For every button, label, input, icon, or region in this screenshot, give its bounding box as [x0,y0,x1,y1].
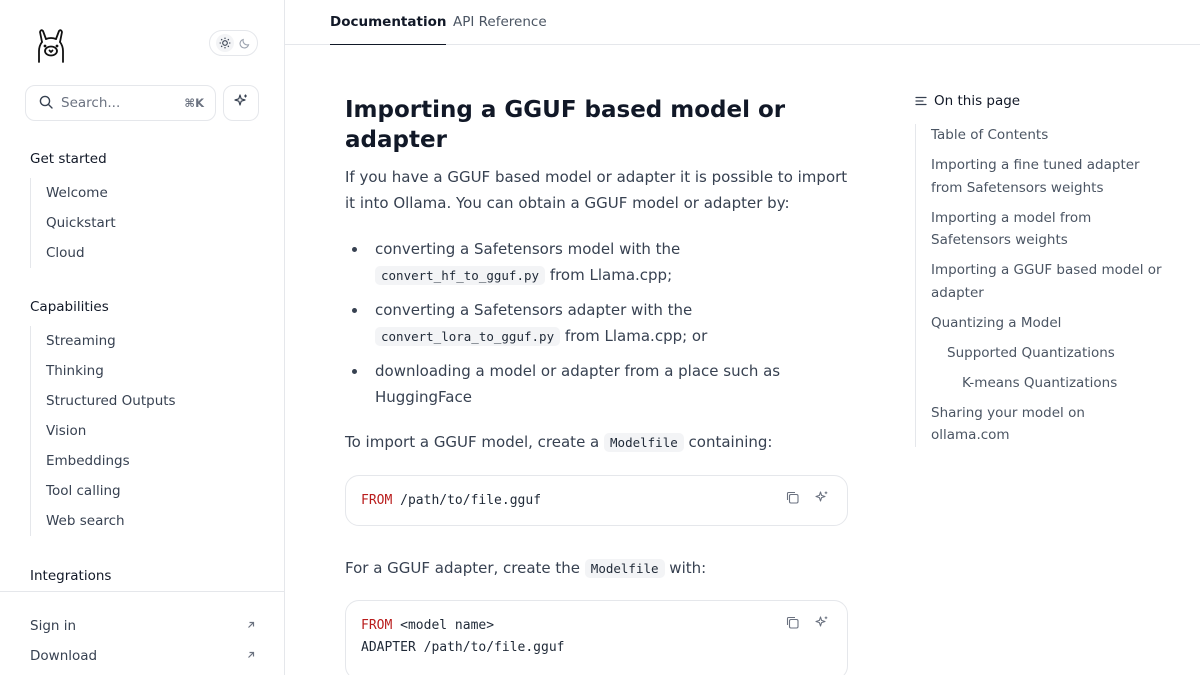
sidebar-item-structured-outputs[interactable]: Structured Outputs [31,386,176,416]
toc-item-fine-tuned-adapter[interactable]: Importing a fine tuned adapter from Safe… [916,154,1175,199]
sidebar-item-web-search[interactable]: Web search [31,506,176,536]
code-line: FROM <model name> [361,615,832,637]
nav-group-get-started: Get started [30,151,107,167]
sidebar-footer: Sign in Download [0,591,284,675]
toc-item-supported-quantizations[interactable]: Supported Quantizations [916,342,1175,365]
sidebar-item-quickstart[interactable]: Quickstart [31,208,116,238]
search-placeholder: Search... [61,95,121,111]
import-sources-list: converting a Safetensors model with the … [345,236,848,410]
paragraph-text: with: [664,559,707,577]
copy-icon[interactable] [785,615,800,638]
toc-item-table-of-contents[interactable]: Table of Contents [916,124,1175,147]
sidebar: Search... ⌘K Get started Welcome Quickst… [0,0,285,675]
inline-code: convert_hf_to_gguf.py [375,266,546,285]
table-of-contents: On this page Table of Contents Importing… [915,91,1175,454]
toc-item-gguf-model[interactable]: Importing a GGUF based model or adapter [916,259,1175,304]
sidebar-item-streaming[interactable]: Streaming [31,326,176,356]
ollama-logo[interactable] [34,28,68,66]
toc-header: On this page [915,91,1175,111]
external-link-icon [246,618,256,634]
theme-toggle[interactable] [209,30,258,56]
toc-item-model-from-safetensors[interactable]: Importing a model from Safetensors weigh… [916,207,1175,252]
code-block-adapter: FROM <model name> ADAPTER /path/to/file.… [345,600,848,675]
external-link-icon [246,648,256,664]
sign-in-label: Sign in [30,618,77,634]
modelfile-paragraph: To import a GGUF model, create a Modelfi… [345,429,848,456]
sun-icon[interactable] [216,34,235,52]
nav-list-get-started: Welcome Quickstart Cloud [30,178,116,268]
list-item-text: converting a Safetensors model with the [375,240,681,258]
search-icon [39,94,53,113]
search-box[interactable]: Search... ⌘K [25,85,216,121]
code-text: /path/to/file.gguf [392,493,542,508]
inline-code: Modelfile [604,433,684,452]
sidebar-item-embeddings[interactable]: Embeddings [31,446,176,476]
paragraph-text: For a GGUF adapter, create the [345,559,585,577]
list-icon [915,96,927,106]
toc-list: Table of Contents Importing a fine tuned… [915,124,1175,447]
code-line: ADAPTER /path/to/file.gguf [361,640,565,655]
intro-paragraph: If you have a GGUF based model or adapte… [345,168,848,212]
list-item: converting a Safetensors model with the … [345,236,848,289]
code-keyword: FROM [361,618,393,633]
sparkle-icon[interactable] [814,615,829,638]
nav-group-capabilities: Capabilities [30,299,109,315]
code-actions [785,490,829,513]
sidebar-item-vision[interactable]: Vision [31,416,176,446]
list-item: converting a Safetensors adapter with th… [345,297,848,350]
ask-ai-button[interactable] [223,85,259,121]
search-shortcut: ⌘K [184,96,204,110]
download-label: Download [30,648,98,664]
inline-code: convert_lora_to_gguf.py [375,327,561,346]
code-actions [785,615,829,638]
toc-item-quantizing[interactable]: Quantizing a Model [916,312,1175,335]
top-nav: Documentation API Reference [285,0,1200,45]
sidebar-item-welcome[interactable]: Welcome [31,178,116,208]
sparkle-icon[interactable] [814,490,829,513]
download-link[interactable]: Download [0,641,284,671]
sidebar-item-cloud[interactable]: Cloud [31,238,116,268]
toc-item-k-means-quantizations[interactable]: K-means Quantizations [916,372,1175,395]
list-item-text: from Llama.cpp; [545,266,673,284]
toc-title: On this page [934,93,1021,109]
nav-group-integrations[interactable]: Integrations [30,568,111,584]
sparkle-icon [233,93,249,113]
copy-icon[interactable] [785,490,800,513]
sidebar-item-thinking[interactable]: Thinking [31,356,176,386]
paragraph-text: To import a GGUF model, create a [345,433,605,451]
inline-code: Modelfile [584,559,665,578]
nav-list-capabilities: Streaming Thinking Structured Outputs Vi… [30,326,176,536]
list-item: downloading a model or adapter from a pl… [345,358,848,410]
code-text: <model name> [392,618,495,633]
list-item-text: from Llama.cpp; or [560,327,708,345]
tab-documentation[interactable]: Documentation [330,0,447,45]
code-keyword: FROM [361,493,393,508]
article: Importing a GGUF based model or adapter … [345,95,848,675]
page-title: Importing a GGUF based model or adapter [345,97,786,153]
tab-api-reference[interactable]: API Reference [453,0,547,45]
sign-in-link[interactable]: Sign in [0,611,284,641]
sidebar-item-tool-calling[interactable]: Tool calling [31,476,176,506]
list-item-text: converting a Safetensors adapter with th… [375,301,693,319]
paragraph-text: containing: [683,433,773,451]
adapter-paragraph: For a GGUF adapter, create the Modelfile… [345,555,848,582]
list-item-text: downloading a model or adapter from a pl… [375,362,781,406]
code-block-model: FROM /path/to/file.gguf [345,475,848,526]
toc-item-sharing-model[interactable]: Sharing your model on ollama.com [916,402,1175,447]
moon-icon[interactable] [239,34,251,53]
